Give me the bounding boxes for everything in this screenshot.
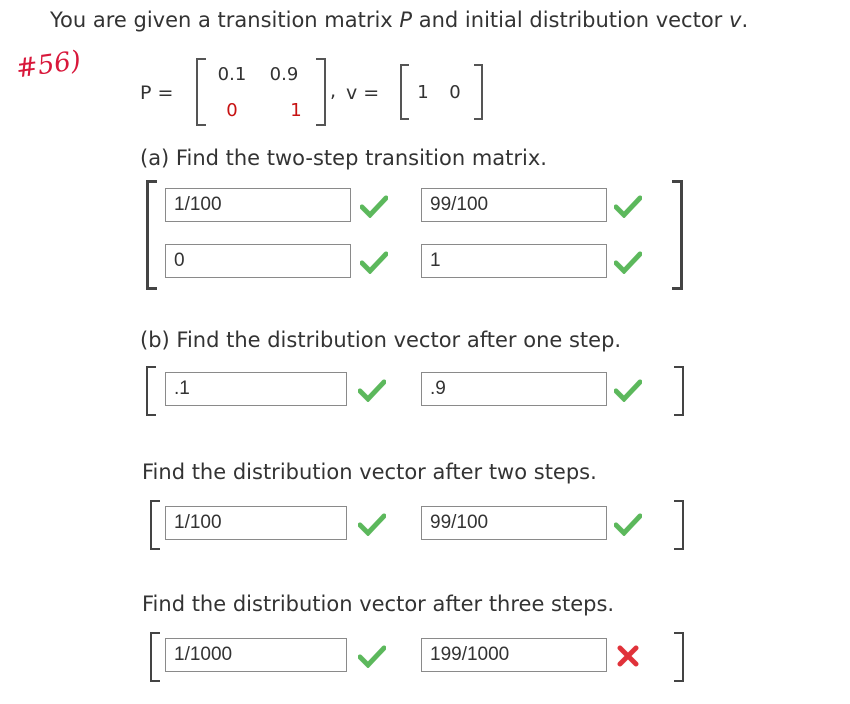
math-separator: , [330,80,337,102]
checkmark-icon [358,645,386,668]
checkmark-icon [358,513,386,536]
p-cell-22: 1 [290,100,302,121]
vector-c-right-bracket [674,500,684,550]
vector-d-right-bracket [674,632,684,682]
v-cell-1: 1 [417,82,429,103]
question-b: (b) Find the distribution vector after o… [140,328,622,352]
answer-a-22[interactable]: 1 [421,244,607,278]
p-cell-11: 0.1 [217,64,247,85]
matrix-a-right-bracket [672,180,683,290]
answer-a-11[interactable]: 1/100 [165,188,351,222]
question-c: Find the distribution vector after two s… [142,460,597,484]
answer-b-1[interactable]: .1 [165,372,347,406]
v-label: v = [346,82,380,104]
p-left-bracket [196,58,206,126]
intro-text-1: You are given a transition matrix [50,8,400,32]
answer-c-2[interactable]: 99/100 [421,506,607,540]
p-cell-12: 0.9 [269,64,299,85]
vector-b-right-bracket [674,366,684,416]
cross-icon [617,645,639,667]
v-cell-2: 0 [449,82,461,103]
answer-b-2[interactable]: .9 [421,372,607,406]
checkmark-icon [358,379,386,402]
intro-text-3: . [741,8,749,32]
checkmark-icon [614,195,642,218]
vector-c-left-bracket [150,500,160,550]
answer-a-12[interactable]: 99/100 [421,188,607,222]
checkmark-icon [614,251,642,274]
checkmark-icon [614,513,642,536]
answer-c-1[interactable]: 1/100 [165,506,347,540]
problem-intro: You are given a transition matrix P and … [50,8,748,32]
handwritten-note: #56) [14,45,83,85]
answer-d-1[interactable]: 1/1000 [165,638,347,672]
answer-a-21[interactable]: 0 [165,244,351,278]
vector-d-left-bracket [150,632,160,682]
vector-b-left-bracket [146,366,156,416]
p-label: P = [140,82,174,104]
v-right-bracket [474,64,483,120]
question-d: Find the distribution vector after three… [142,592,615,616]
checkmark-icon [360,195,388,218]
intro-matrix-symbol: P [399,8,413,32]
intro-vector-symbol: v [729,8,742,32]
matrix-a-left-bracket [146,180,157,290]
intro-text-2: and initial distribution vector [412,8,729,32]
answer-d-2[interactable]: 199/1000 [421,638,607,672]
checkmark-icon [360,251,388,274]
checkmark-icon [614,379,642,402]
p-cell-21: 0 [226,100,238,121]
question-a: (a) Find the two-step transition matrix. [140,146,547,170]
p-right-bracket [316,58,326,126]
